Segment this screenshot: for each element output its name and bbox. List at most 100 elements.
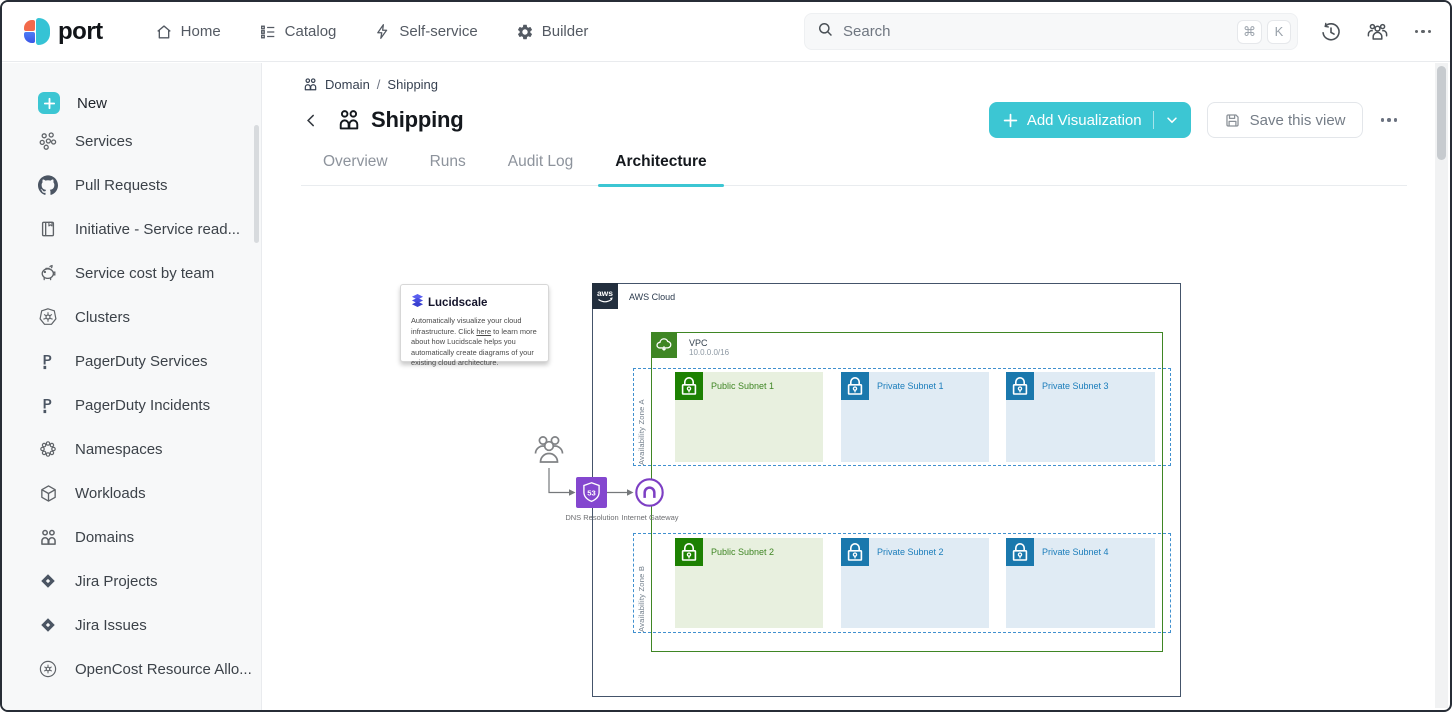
lucidscale-here-link[interactable]: here — [476, 327, 491, 336]
tab-overview[interactable]: Overview — [323, 153, 388, 171]
subnet-public-1: Public Subnet 1 — [675, 372, 823, 462]
architecture-diagram: aws AWS Cloud Availability Zone A Availa… — [263, 186, 1435, 708]
main-content: Domain / Shipping Shipping Add Visualiza… — [263, 63, 1435, 708]
book-icon — [38, 220, 58, 238]
lucidscale-logo-icon — [411, 293, 424, 313]
sidebar-item-domains[interactable]: Domains — [2, 515, 261, 559]
save-this-view-button[interactable]: Save this view — [1207, 102, 1363, 138]
nav-item-builder[interactable]: Builder — [516, 23, 589, 41]
breadcrumb-separator: / — [377, 77, 381, 92]
sidebar-item-clusters[interactable]: Clusters — [2, 295, 261, 339]
lucidscale-card: Lucidscale Automatically visualize your … — [400, 284, 549, 362]
subnet-private-3: Private Subnet 3 — [1006, 372, 1155, 462]
svg-text:P: P — [43, 352, 52, 367]
gear-icon — [516, 23, 534, 41]
vpc-label: VPC — [689, 338, 708, 348]
port-logo-icon — [24, 18, 50, 45]
sidebar-item-jira-issues[interactable]: Jira Issues — [2, 603, 261, 647]
header-actions: Add Visualization Save this view — [989, 102, 1399, 138]
breadcrumb-domain[interactable]: Domain — [325, 77, 370, 92]
nav-item-catalog[interactable]: Catalog — [259, 23, 337, 41]
lock-icon — [675, 538, 703, 566]
kbd-cmd: ⌘ — [1237, 20, 1262, 44]
svg-text:P: P — [43, 396, 52, 411]
team-icon[interactable] — [1364, 19, 1390, 45]
top-navbar: port Home Catalog Self-service Builder — [2, 2, 1450, 62]
lucidscale-description: Automatically visualize your cloud infra… — [411, 316, 539, 369]
nav-item-home[interactable]: Home — [155, 23, 221, 41]
tab-bar: Overview Runs Audit Log Architecture — [263, 139, 1435, 186]
users-icon — [531, 432, 567, 473]
lock-icon — [1006, 372, 1034, 400]
app-window: port Home Catalog Self-service Builder — [0, 0, 1452, 712]
nav-item-self-service[interactable]: Self-service — [374, 23, 477, 40]
jira-icon — [38, 616, 58, 634]
home-icon — [155, 23, 173, 41]
jira-icon — [38, 572, 58, 590]
domains-icon — [303, 77, 318, 92]
breadcrumb: Domain / Shipping — [303, 77, 1435, 92]
plus-icon — [1003, 113, 1018, 128]
services-icon — [38, 131, 58, 151]
primary-nav: Home Catalog Self-service Builder — [155, 23, 589, 41]
chevron-down-icon[interactable] — [1165, 113, 1179, 127]
add-visualization-button[interactable]: Add Visualization — [989, 102, 1191, 138]
save-icon — [1224, 112, 1241, 129]
lucidscale-title: Lucidscale — [428, 297, 487, 309]
port-logo[interactable]: port — [24, 18, 103, 46]
sidebar-scrollbar[interactable] — [254, 125, 259, 243]
sidebar-item-pagerduty-incidents[interactable]: P PagerDuty Incidents — [2, 383, 261, 427]
sidebar-item-services[interactable]: Services — [2, 119, 261, 163]
sidebar-item-pagerduty-services[interactable]: P PagerDuty Services — [2, 339, 261, 383]
back-chevron-icon[interactable] — [303, 112, 325, 129]
breadcrumb-shipping[interactable]: Shipping — [387, 77, 438, 92]
tab-architecture[interactable]: Architecture — [615, 153, 706, 171]
subnet-private-1: Private Subnet 1 — [841, 372, 989, 462]
subnet-private-2: Private Subnet 2 — [841, 538, 989, 628]
navbar-actions — [1318, 19, 1436, 45]
pagerduty-icon: P — [38, 351, 58, 371]
catalog-icon — [259, 23, 277, 41]
main-scrollbar-track[interactable] — [1435, 63, 1448, 708]
page-header: Shipping Add Visualization Save this vie… — [303, 101, 1399, 139]
sidebar-item-initiative[interactable]: Initiative - Service read... — [2, 207, 261, 251]
sidebar-item-workloads[interactable]: Workloads — [2, 471, 261, 515]
internet-gateway-label: Internet Gateway — [615, 513, 685, 522]
tab-audit-log[interactable]: Audit Log — [508, 153, 574, 171]
global-search[interactable]: ⌘ K — [804, 13, 1298, 50]
page-title: Shipping — [371, 107, 464, 133]
internet-gateway-icon — [634, 477, 665, 508]
more-icon[interactable] — [1379, 112, 1400, 128]
bolt-icon — [374, 23, 391, 40]
history-icon[interactable] — [1318, 19, 1344, 45]
more-icon[interactable] — [1410, 19, 1436, 45]
subnet-public-2: Public Subnet 2 — [675, 538, 823, 628]
route53-dns-icon: 53 — [576, 477, 607, 508]
sidebar-item-service-cost[interactable]: Service cost by team — [2, 251, 261, 295]
sidebar-item-jira-projects[interactable]: Jira Projects — [2, 559, 261, 603]
piggy-bank-icon — [38, 263, 58, 283]
sidebar-item-pull-requests[interactable]: Pull Requests — [2, 163, 261, 207]
sidebar-item-opencost[interactable]: OpenCost Resource Allo... — [2, 647, 261, 691]
main-scrollbar-thumb[interactable] — [1437, 66, 1446, 160]
vpc-cidr: 10.0.0.0/16 — [689, 348, 729, 357]
port-logo-text: port — [58, 18, 103, 46]
lock-icon — [841, 372, 869, 400]
plus-icon — [38, 92, 60, 114]
search-input[interactable] — [843, 23, 1232, 40]
svg-text:53: 53 — [587, 488, 595, 497]
domains-icon — [38, 528, 58, 547]
sidebar-item-namespaces[interactable]: Namespaces — [2, 427, 261, 471]
domains-icon — [337, 108, 361, 132]
subnet-private-4: Private Subnet 4 — [1006, 538, 1155, 628]
button-divider — [1153, 111, 1154, 129]
search-icon — [817, 21, 834, 43]
kbd-k: K — [1267, 20, 1291, 44]
lock-icon — [1006, 538, 1034, 566]
namespaces-icon — [38, 439, 58, 459]
tab-runs[interactable]: Runs — [430, 153, 466, 171]
new-button[interactable]: New — [38, 89, 261, 117]
kubernetes-icon — [38, 307, 58, 327]
sidebar: New Services Pull Requests Initiative - … — [2, 63, 262, 710]
github-icon — [38, 175, 58, 195]
